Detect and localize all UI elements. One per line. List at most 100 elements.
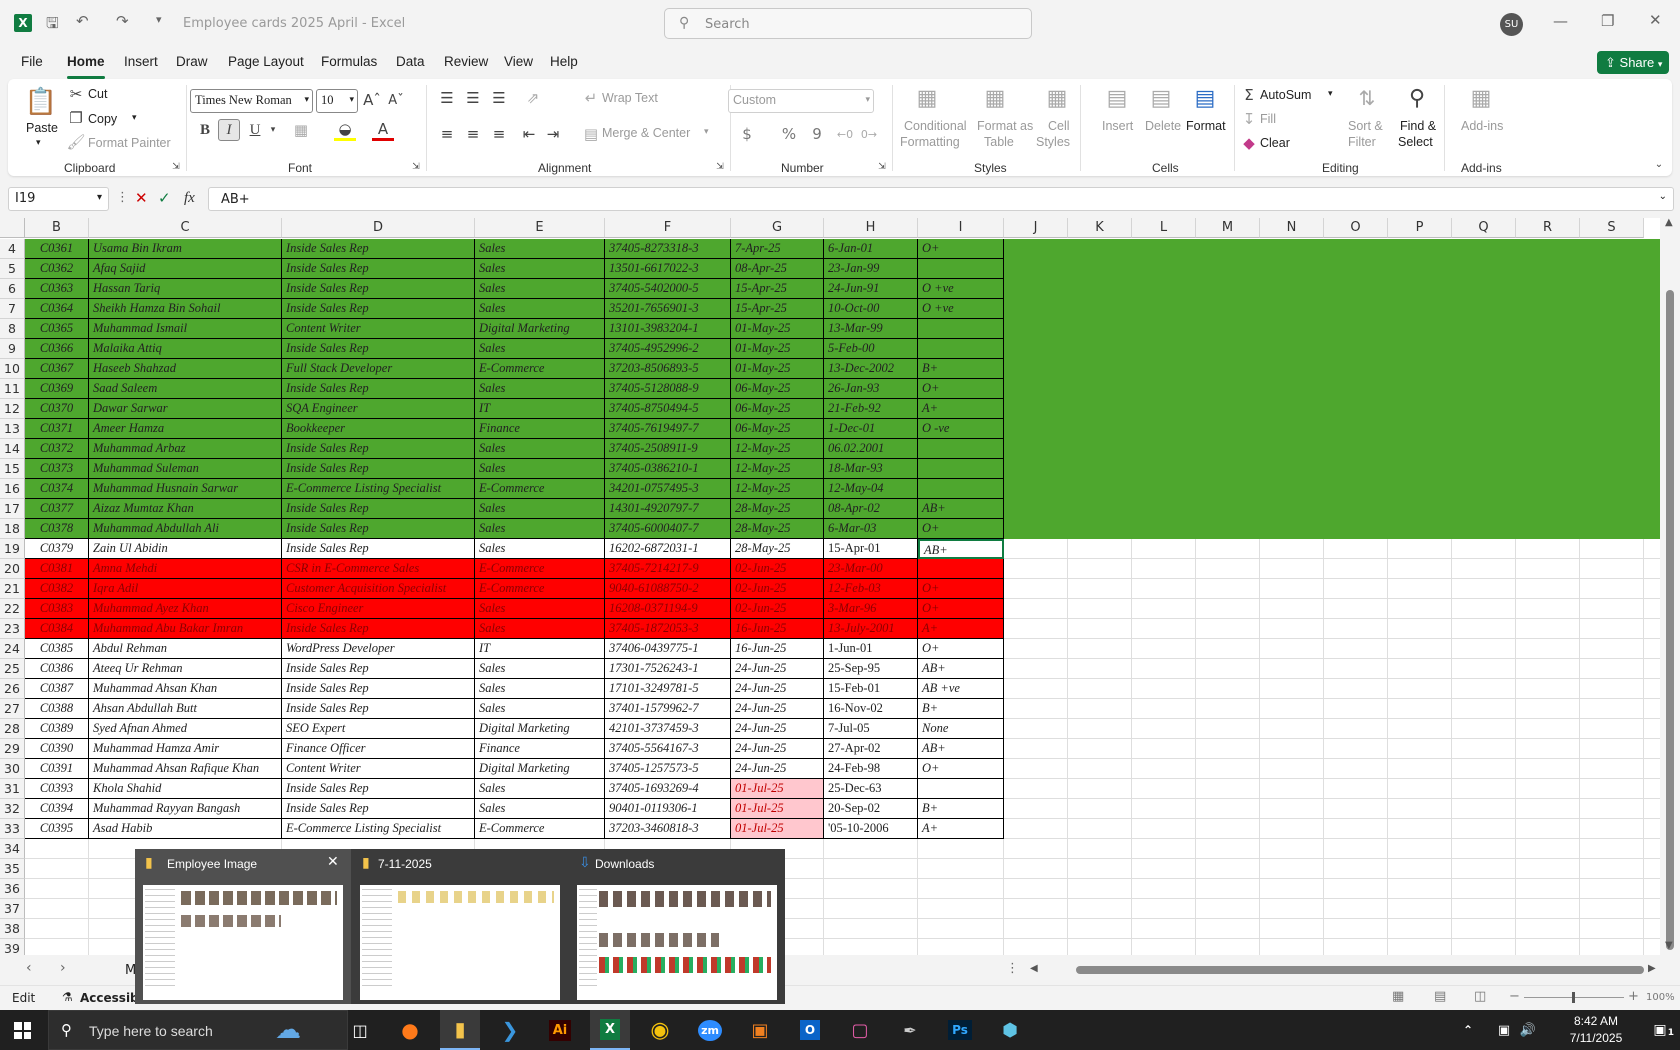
cell-e11[interactable]: Sales [475,379,605,399]
zoom-level[interactable]: 100% [1646,992,1675,1003]
cell-c12[interactable]: Dawar Sarwar [89,399,282,419]
cell-i30[interactable]: O+ [918,759,1004,779]
cell-f25[interactable]: 17301-7526243-1 [605,659,731,679]
cell-e23[interactable]: Sales [475,619,605,639]
row-header[interactable]: 23 [0,619,25,639]
cell-b23[interactable]: C0384 [25,619,89,639]
cell-f15[interactable]: 37405-0386210-1 [605,459,731,479]
cell-c19[interactable]: Zain Ul Abidin [89,539,282,559]
cell-e7[interactable]: Sales [475,299,605,319]
row-header[interactable]: 7 [0,299,25,319]
cell-h19[interactable]: 15-Apr-01 [824,539,918,559]
bold-button[interactable]: B [194,119,216,141]
row-header[interactable]: 18 [0,519,25,539]
row-header[interactable]: 6 [0,279,25,299]
cell-g21[interactable]: 02-Jun-25 [731,579,824,599]
dialog-launcher-icon[interactable]: ⇲ [170,161,182,173]
cell-h7[interactable]: 10-Oct-00 [824,299,918,319]
cell-d15[interactable]: Inside Sales Rep [282,459,475,479]
cell-g15[interactable]: 12-May-25 [731,459,824,479]
cell-f24[interactable]: 37406-0439775-1 [605,639,731,659]
merge-chevron-icon[interactable]: ▾ [704,126,709,137]
row-header[interactable]: 36 [0,879,25,899]
column-header[interactable]: K [1068,218,1132,238]
column-header[interactable]: O [1324,218,1388,238]
cell-f28[interactable]: 42101-3737459-3 [605,719,731,739]
scroll-down-icon[interactable]: ▼ [1665,940,1673,951]
cell-g17[interactable]: 28-May-25 [731,499,824,519]
cell-b5[interactable]: C0362 [25,259,89,279]
cell-f18[interactable]: 37405-6000407-7 [605,519,731,539]
scroll-left-icon[interactable]: ◀ [1030,963,1038,974]
cell-b14[interactable]: C0372 [25,439,89,459]
cell-b33[interactable]: C0395 [25,819,89,839]
cell-g16[interactable]: 12-May-25 [731,479,824,499]
row-header[interactable]: 39 [0,939,25,955]
cell-h8[interactable]: 13-Mar-99 [824,319,918,339]
taskbar-search-box[interactable]: ⚲ Type here to search ☁ [48,1010,348,1050]
cell-b15[interactable]: C0373 [25,459,89,479]
cell-g29[interactable]: 24-Jun-25 [731,739,824,759]
formula-input[interactable]: AB+ ⌄ [208,187,1674,211]
cell-h30[interactable]: 24-Feb-98 [824,759,918,779]
cell-h27[interactable]: 16-Nov-02 [824,699,918,719]
dialog-launcher-icon[interactable]: ⇲ [876,161,888,173]
cell-h26[interactable]: 15-Feb-01 [824,679,918,699]
row-header[interactable]: 35 [0,859,25,879]
row-header[interactable]: 29 [0,739,25,759]
next-sheet-icon[interactable]: › [60,960,66,976]
merge-center-label[interactable]: Merge & Center [602,126,690,140]
sort-filter-label-2[interactable]: Filter [1348,135,1376,149]
cell-g28[interactable]: 24-Jun-25 [731,719,824,739]
copy-label[interactable]: Copy [88,112,117,126]
cell-e26[interactable]: Sales [475,679,605,699]
cell-h4[interactable]: 6-Jan-01 [824,239,918,259]
cell-d21[interactable]: Customer Acquisition Specialist [282,579,475,599]
column-header[interactable]: F [605,218,731,238]
row-header[interactable]: 30 [0,759,25,779]
format-as-table-label-1[interactable]: Format as [977,119,1033,133]
file-explorer-icon[interactable]: ▮ [440,1010,480,1050]
cell-h10[interactable]: 13-Dec-2002 [824,359,918,379]
cell-f23[interactable]: 37405-1872053-3 [605,619,731,639]
italic-button[interactable]: I [218,119,240,141]
cell-c32[interactable]: Muhammad Rayyan Bangash [89,799,282,819]
cell-i9[interactable] [918,339,1004,359]
cell-c5[interactable]: Afaq Sajid [89,259,282,279]
cell-e15[interactable]: Sales [475,459,605,479]
cell-c16[interactable]: Muhammad Husnain Sarwar [89,479,282,499]
avatar[interactable]: SU [1500,13,1523,36]
more-icon[interactable]: ⋮ [116,190,129,205]
row-header[interactable]: 31 [0,779,25,799]
cell-e17[interactable]: Sales [475,499,605,519]
cell-c27[interactable]: Ahsan Abdullah Butt [89,699,282,719]
column-header[interactable]: C [89,218,282,238]
scroll-right-icon[interactable]: ▶ [1648,963,1656,974]
menu-draw[interactable]: Draw [176,54,208,69]
scroll-thumb[interactable] [1666,290,1674,950]
fill-icon[interactable]: ↧ [1240,109,1258,129]
row-header[interactable]: 22 [0,599,25,619]
font-size-combo[interactable]: 10 ▾ [316,89,358,113]
undo-icon[interactable]: ↶ [76,12,89,30]
cell-g18[interactable]: 28-May-25 [731,519,824,539]
zoom-out-icon[interactable]: − [1509,989,1520,1004]
cell-d25[interactable]: Inside Sales Rep [282,659,475,679]
cell-f5[interactable]: 13501-6617022-3 [605,259,731,279]
cell-g19[interactable]: 28-May-25 [731,539,824,559]
restore-icon[interactable]: ❐ [1601,12,1614,30]
currency-icon[interactable]: $ [738,123,756,145]
photos-icon[interactable]: ▢ [840,1010,880,1050]
cell-d9[interactable]: Inside Sales Rep [282,339,475,359]
zoom-in-icon[interactable]: + [1628,989,1639,1004]
menu-help[interactable]: Help [550,54,578,69]
cell-d7[interactable]: Inside Sales Rep [282,299,475,319]
cell-f6[interactable]: 37405-5402000-5 [605,279,731,299]
switcher-item-downloads[interactable]: ⇩ Downloads [569,849,785,1004]
clock[interactable]: 8:42 AM 7/11/2025 [1560,1013,1632,1047]
insert-cells-icon[interactable]: ▤ [1102,83,1132,113]
cell-e19[interactable]: Sales [475,539,605,559]
cell-b21[interactable]: C0382 [25,579,89,599]
cell-i13[interactable]: O -ve [918,419,1004,439]
cell-h32[interactable]: 20-Sep-02 [824,799,918,819]
